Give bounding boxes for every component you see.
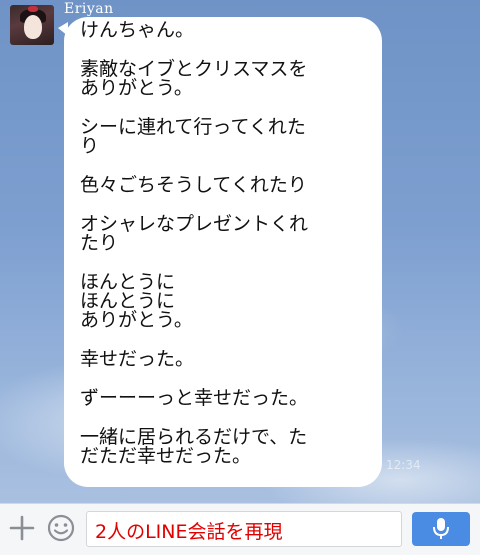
message-line-gap — [80, 253, 368, 273]
message-line: り — [80, 135, 100, 157]
sender-name: Eriyan — [64, 1, 114, 17]
message-line: たり — [80, 232, 119, 254]
message-line: 色々ごちそうしてくれたり — [80, 174, 307, 196]
message-input-bar: 2人のLINE会話を再現 — [0, 503, 480, 555]
message-bubble[interactable]: けんちゃん。 素敵なイブとクリスマスを ありがとう。 シーに連れて行ってくれたり色々ご… — [64, 17, 382, 487]
message-line: だただ幸せだった。 — [80, 445, 252, 467]
message-line-gap — [80, 40, 368, 60]
message-line: けんちゃん。 — [80, 19, 195, 41]
sender-avatar[interactable] — [10, 5, 54, 45]
message-line: ずーーーっと幸せだった。 — [80, 387, 309, 409]
message-text-input[interactable]: 2人のLINE会話を再現 — [86, 511, 402, 547]
microphone-button[interactable] — [412, 512, 470, 546]
message-line: ありがとう。 — [80, 77, 193, 99]
message-line-gap — [80, 369, 368, 389]
message-line-gap — [80, 195, 368, 215]
plus-icon[interactable] — [8, 514, 36, 542]
message-timestamp: 12:34 — [386, 458, 421, 472]
message-line-gap — [80, 408, 368, 428]
message-line: オシャレなプレゼントくれ — [80, 213, 309, 235]
message-line: 幸せだった。 — [80, 348, 195, 370]
avatar-face-shape — [24, 15, 42, 39]
smiley-icon[interactable] — [46, 513, 76, 543]
message-line: ありがとう。 — [80, 309, 193, 331]
message-line-gap — [80, 156, 368, 176]
message-line: シーに連れて行ってくれた — [80, 116, 306, 138]
message-line-gap — [80, 98, 368, 118]
microphone-icon — [433, 518, 449, 539]
message-line-gap — [80, 330, 368, 350]
avatar-bow-shape — [28, 6, 38, 12]
